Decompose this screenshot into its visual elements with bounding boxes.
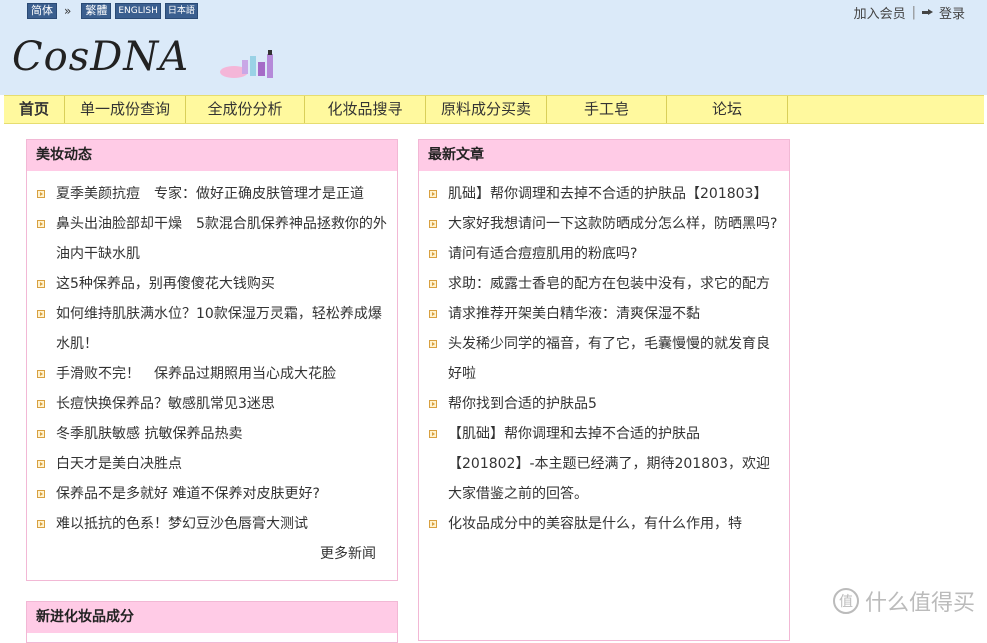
list-item[interactable]: 请求推荐开架美白精华液：清爽保湿不黏	[427, 299, 781, 329]
arrow-bullet-icon	[429, 250, 437, 258]
lang-english-button[interactable]: ENGLISH	[115, 3, 161, 19]
list-item[interactable]: 长痘快换保养品？敏感肌常见3迷思	[35, 389, 389, 419]
main-nav: 首页 单一成份查询 全成份分析 化妆品搜寻 原料成分买卖 手工皂 论坛	[4, 95, 984, 124]
list-item[interactable]: 如何维持肌肤满水位？10款保湿万灵霜，轻松养成爆水肌！	[35, 299, 389, 359]
new-ingredients-title: 新进化妆品成分	[27, 602, 397, 633]
arrow-bullet-icon	[37, 370, 45, 378]
lang-traditional-button[interactable]: 繁體	[81, 3, 112, 19]
watermark-text: 什么值得买	[864, 591, 975, 616]
arrow-bullet-icon	[429, 430, 437, 438]
lang-simplified-button[interactable]: 简体	[27, 3, 57, 19]
list-item[interactable]: 夏季美颜抗痘 专家：做好正确皮肤管理才是正道	[35, 179, 389, 209]
list-item[interactable]: 冬季肌肤敏感 抗敏保养品热卖	[35, 419, 389, 449]
lang-separator: »	[64, 4, 72, 18]
login-link[interactable]: 登录	[939, 3, 965, 22]
nav-forum[interactable]: 论坛	[667, 96, 788, 123]
nav-cosmetics-search[interactable]: 化妆品搜寻	[305, 96, 426, 123]
list-item[interactable]: 难以抵抗的色系！梦幻豆沙色唇膏大测试	[35, 509, 389, 539]
latest-articles-list: 肌础】帮你调理和去掉不合适的护肤品【201803】 大家好我想请问一下这款防晒成…	[419, 171, 789, 539]
more-news-link[interactable]: 更多新闻	[320, 543, 376, 563]
nav-home[interactable]: 首页	[4, 96, 65, 123]
beauty-news-list: 夏季美颜抗痘 专家：做好正确皮肤管理才是正道 鼻头出油脸部却干燥 5款混合肌保养…	[27, 171, 397, 539]
join-member-link[interactable]: 加入会员	[854, 3, 906, 22]
arrow-bullet-icon	[37, 460, 45, 468]
nav-handmade-soap[interactable]: 手工皂	[547, 96, 667, 123]
member-divider: |	[911, 5, 916, 20]
site-watermark: 值 什么值得买	[832, 585, 975, 617]
list-item[interactable]: 求助：威露士香皂的配方在包装中没有，求它的配方	[427, 269, 781, 299]
arrow-bullet-icon	[37, 430, 45, 438]
list-item[interactable]: 白天才是美白决胜点	[35, 449, 389, 479]
list-item[interactable]: 肌础】帮你调理和去掉不合适的护肤品【201803】	[427, 179, 781, 209]
list-item[interactable]: 帮你找到合适的护肤品5	[427, 389, 781, 419]
arrow-bullet-icon	[429, 220, 437, 228]
list-item[interactable]: 大家好我想请问一下这款防晒成分怎么样，防晒黑吗?	[427, 209, 781, 239]
new-ingredients-panel: 新进化妆品成分	[26, 601, 398, 643]
list-item[interactable]: 化妆品成分中的美容肽是什么，有什么作用，特	[427, 509, 781, 539]
arrow-bullet-icon	[429, 520, 437, 528]
arrow-bullet-icon	[37, 220, 45, 228]
arrow-bullet-icon	[37, 310, 45, 318]
nav-single-ingredient[interactable]: 单一成份查询	[65, 96, 186, 123]
top-banner: 简体 » 繁體 ENGLISH 日本語 加入会员 | 登录 CosDNA	[0, 0, 987, 95]
list-item[interactable]: 头发稀少同学的福音，有了它，毛囊慢慢的就发育良好啦	[427, 329, 781, 389]
arrow-bullet-icon	[37, 190, 45, 198]
login-icon	[921, 7, 933, 18]
arrow-bullet-icon	[429, 280, 437, 288]
arrow-bullet-icon	[429, 310, 437, 318]
arrow-bullet-icon	[429, 340, 437, 348]
list-item[interactable]: 保养品不是多就好 难道不保养对皮肤更好?	[35, 479, 389, 509]
arrow-bullet-icon	[37, 400, 45, 408]
arrow-bullet-icon	[37, 520, 45, 528]
beauty-news-title: 美妆动态	[27, 140, 397, 171]
beauty-news-panel: 美妆动态 夏季美颜抗痘 专家：做好正确皮肤管理才是正道 鼻头出油脸部却干燥 5款…	[26, 139, 398, 581]
arrow-bullet-icon	[37, 280, 45, 288]
list-item[interactable]: 请问有适合痘痘肌用的粉底吗?	[427, 239, 781, 269]
language-switcher: 简体 » 繁體 ENGLISH 日本語	[27, 3, 198, 19]
arrow-bullet-icon	[429, 400, 437, 408]
list-item[interactable]: 手滑败不完！ 保养品过期照用当心成大花脸	[35, 359, 389, 389]
arrow-bullet-icon	[37, 490, 45, 498]
latest-articles-panel: 最新文章 肌础】帮你调理和去掉不合适的护肤品【201803】 大家好我想请问一下…	[418, 139, 790, 641]
list-item[interactable]: 鼻头出油脸部却干燥 5款混合肌保养神品拯救你的外油内干缺水肌	[35, 209, 389, 269]
watermark-icon: 值	[832, 588, 859, 614]
cosmetics-icon	[220, 50, 273, 78]
list-item[interactable]: 这5种保养品，别再傻傻花大钱购买	[35, 269, 389, 299]
member-links: 加入会员 | 登录	[854, 3, 965, 22]
site-logo[interactable]: CosDNA	[12, 34, 189, 80]
nav-full-analysis[interactable]: 全成份分析	[186, 96, 305, 123]
arrow-bullet-icon	[429, 190, 437, 198]
lang-japanese-button[interactable]: 日本語	[164, 3, 198, 19]
nav-ingredient-trade[interactable]: 原料成分买卖	[426, 96, 547, 123]
latest-articles-title: 最新文章	[419, 140, 789, 171]
list-item[interactable]: 【肌础】帮你调理和去掉不合适的护肤品【201802】-本主题已经满了，期待201…	[427, 419, 781, 509]
